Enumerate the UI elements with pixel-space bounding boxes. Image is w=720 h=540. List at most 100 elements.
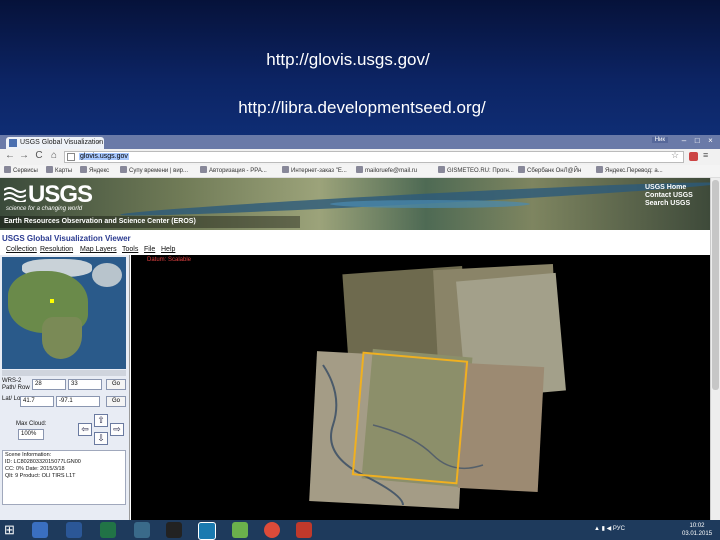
overview-scrollbar[interactable]: [2, 370, 126, 376]
clock-date: 03.01.2015: [682, 531, 713, 537]
media-player-icon[interactable]: [166, 522, 182, 538]
site-icon: [200, 166, 207, 173]
max-cloud-select[interactable]: 100%: [18, 429, 44, 440]
address-text: glovis.usgs.gov: [79, 153, 129, 160]
menu-resolution[interactable]: Resolution: [40, 246, 73, 253]
teamviewer-icon[interactable]: [198, 522, 216, 540]
bookmark-label: Яндекс: [89, 168, 110, 174]
menu-map-layers[interactable]: Map Layers: [80, 246, 117, 253]
search-usgs-link[interactable]: Search USGS: [645, 200, 693, 208]
menu-tools[interactable]: Tools: [122, 246, 138, 253]
minimize-button[interactable]: –: [679, 136, 690, 145]
app-icon[interactable]: [134, 522, 150, 538]
browser-toolbar: ← → C ⌂ glovis.usgs.gov ☆ ≡: [0, 149, 720, 166]
bookmark-item[interactable]: Авторизация - РРА...: [200, 166, 267, 176]
menu-icon[interactable]: ≡: [703, 150, 708, 160]
maps-icon: [46, 166, 53, 173]
banner-river: [330, 200, 530, 208]
bookmark-label: Интернет-заказ "Е...: [291, 168, 347, 174]
chrome-icon[interactable]: [264, 522, 280, 538]
lat-long-go-button[interactable]: Go: [106, 396, 126, 407]
usgs-favicon-icon: [9, 139, 17, 147]
bookmark-item[interactable]: Сбербанк ОнЛ@Йн: [518, 166, 581, 176]
windows-taskbar: ⊞ ▲ ▮ ◀ РУС 10:02 03.01.2015: [0, 520, 720, 540]
bookmark-item[interactable]: mailoruefe@mail.ru: [356, 166, 417, 176]
scene-map-view[interactable]: Datum: Scalable: [131, 255, 710, 520]
address-bar[interactable]: glovis.usgs.gov: [64, 151, 684, 163]
user-badge[interactable]: Ник: [651, 137, 668, 143]
contact-usgs-link[interactable]: Contact USGS: [645, 192, 693, 200]
forward-button[interactable]: →: [18, 150, 30, 161]
network-icon[interactable]: ▮: [602, 526, 605, 532]
tab-title: USGS Global Visualization: [20, 139, 104, 146]
word-app-icon[interactable]: [66, 522, 82, 538]
bookmark-item[interactable]: Яндекс.Перевод: а...: [596, 166, 663, 176]
bookmark-label: Авторизация - РРА...: [209, 168, 267, 174]
location-marker-icon: [50, 299, 54, 303]
pan-east-button[interactable]: ⇨: [110, 423, 124, 436]
lat-field[interactable]: 41.7: [20, 396, 54, 407]
word-icon[interactable]: [32, 522, 48, 538]
bookmark-label: mailoruefe@mail.ru: [365, 168, 418, 174]
browser-tab[interactable]: USGS Global Visualization ×: [6, 137, 104, 149]
clock-time: 10:02: [689, 523, 705, 529]
tab-bar: USGS Global Visualization × Ник – □ ×: [0, 135, 720, 149]
overview-map[interactable]: [2, 257, 126, 369]
wrs-label: WRS-2: [2, 378, 22, 384]
powerpoint-icon[interactable]: [296, 522, 312, 538]
system-clock[interactable]: 10:02 03.01.2015: [682, 522, 712, 538]
reload-button[interactable]: C: [33, 150, 45, 161]
scrollbar-thumb[interactable]: [712, 180, 719, 390]
bookmark-item[interactable]: Яндекс: [80, 166, 109, 176]
bookmark-item[interactable]: Карты: [46, 166, 72, 176]
excel-icon[interactable]: [100, 522, 116, 538]
usgs-wave-icon: [4, 187, 26, 202]
selected-scene-outline[interactable]: [351, 351, 469, 485]
bookmark-star-icon[interactable]: ☆: [671, 150, 679, 161]
bookmark-label: Сервисы: [13, 168, 38, 174]
pan-north-button[interactable]: ⇧: [94, 414, 108, 427]
pan-south-button[interactable]: ⇩: [94, 432, 108, 445]
bookmark-item[interactable]: Интернет-заказ "Е...: [282, 166, 347, 176]
language-indicator[interactable]: РУС: [613, 526, 625, 532]
translate-icon: [596, 166, 603, 173]
scene-information-panel: Scene Information: ID: LC80280332015077L…: [2, 450, 126, 505]
scene-product: Qlt: 9 Product: OLI TIRS L1T: [5, 473, 76, 479]
pan-west-button[interactable]: ⇦: [78, 423, 92, 436]
path-field[interactable]: 28: [32, 379, 66, 390]
bookmark-label: Супу времени | вир...: [129, 168, 189, 174]
eros-title: Earth Resources Observation and Science …: [4, 218, 196, 225]
bookmark-label: GISMETEO.RU: Прогн...: [447, 168, 514, 174]
tab-close-icon[interactable]: ×: [97, 137, 101, 149]
tray-arrow-icon[interactable]: ▲: [594, 526, 600, 532]
qgis-icon[interactable]: [232, 522, 248, 538]
row-field[interactable]: 33: [68, 379, 102, 390]
viewer-menu-bar: Collection Resolution Map Layers Tools F…: [0, 245, 710, 255]
start-button[interactable]: ⊞: [4, 522, 15, 538]
back-button[interactable]: ←: [4, 150, 16, 161]
volume-icon[interactable]: ◀: [607, 526, 612, 532]
bookmark-item[interactable]: Сервисы: [4, 166, 38, 176]
apps-icon: [4, 166, 11, 173]
maximize-button[interactable]: □: [692, 136, 703, 145]
bookmark-item[interactable]: Супу времени | вир...: [120, 166, 188, 176]
bookmark-label: Яндекс.Перевод: а...: [605, 168, 663, 174]
page-scrollbar[interactable]: [710, 178, 720, 520]
bookmark-item[interactable]: GISMETEO.RU: Прогн...: [438, 166, 514, 176]
menu-collection[interactable]: Collection: [6, 246, 37, 253]
long-field[interactable]: -97.1: [56, 396, 100, 407]
extension-icon[interactable]: [689, 152, 698, 161]
usgs-home-link[interactable]: USGS Home: [645, 184, 693, 192]
menu-help[interactable]: Help: [161, 246, 175, 253]
close-window-button[interactable]: ×: [705, 136, 716, 145]
scene-id: ID: LC80280332015077LGN00: [5, 459, 81, 465]
usgs-top-links: USGS Home Contact USGS Search USGS: [645, 184, 693, 208]
scene-cloud-date: CC: 0% Date: 2015/3/18: [5, 466, 65, 472]
map-datum-label: Datum: Scalable: [147, 257, 192, 263]
banner-river: [120, 178, 710, 220]
home-button[interactable]: ⌂: [48, 150, 60, 161]
control-panel: WRS-2 Path/ Row 28 33 Go Lat/ Long 41.7 …: [0, 255, 130, 520]
path-row-go-button[interactable]: Go: [106, 379, 126, 390]
usgs-logo[interactable]: USGS: [28, 181, 93, 209]
menu-file[interactable]: File: [144, 246, 155, 253]
